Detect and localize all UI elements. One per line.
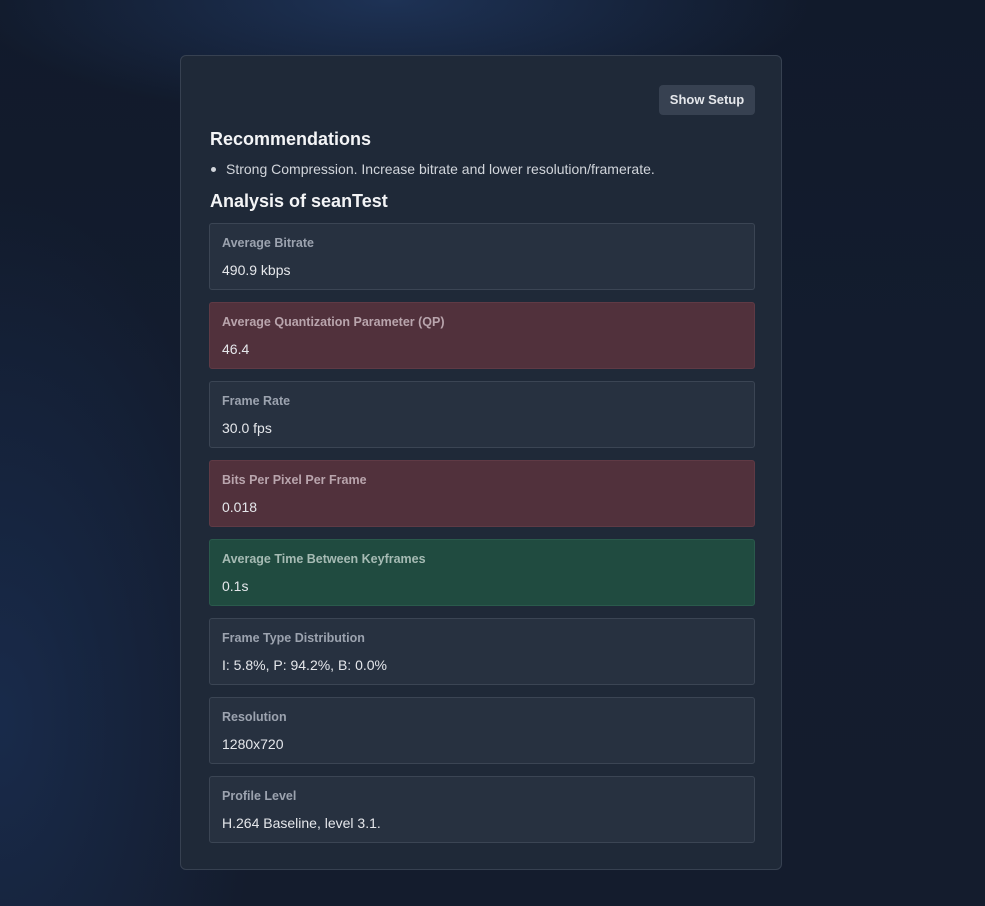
metric-card-resolution: Resolution 1280x720 bbox=[209, 697, 755, 764]
metric-card-average-bitrate: Average Bitrate 490.9 kbps bbox=[209, 223, 755, 290]
metric-card-bits-per-pixel: Bits Per Pixel Per Frame 0.018 bbox=[209, 460, 755, 527]
recommendations-list: Strong Compression. Increase bitrate and… bbox=[210, 160, 655, 178]
metric-label: Frame Rate bbox=[222, 394, 291, 408]
metric-value: 30.0 fps bbox=[222, 420, 272, 436]
metric-label: Average Bitrate bbox=[222, 236, 314, 250]
recommendations-heading: Recommendations bbox=[210, 129, 372, 149]
metric-card-profile-level: Profile Level H.264 Baseline, level 3.1. bbox=[209, 776, 755, 843]
show-setup-button[interactable]: Show Setup bbox=[659, 85, 755, 115]
metric-card-average-qp: Average Quantization Parameter (QP) 46.4 bbox=[209, 302, 755, 369]
metric-label: Profile Level bbox=[222, 789, 297, 803]
bullet-icon bbox=[211, 167, 216, 172]
metric-value: 46.4 bbox=[222, 341, 250, 357]
metric-value: 1280x720 bbox=[222, 736, 284, 752]
metric-value: I: 5.8%, P: 94.2%, B: 0.0% bbox=[222, 657, 387, 673]
metric-value: 490.9 kbps bbox=[222, 262, 291, 278]
analysis-heading: Analysis of seanTest bbox=[210, 191, 388, 211]
recommendation-item: Strong Compression. Increase bitrate and… bbox=[210, 160, 655, 178]
recommendation-text: Strong Compression. Increase bitrate and… bbox=[226, 161, 655, 177]
metrics-list: Average Bitrate 490.9 kbps Average Quant… bbox=[209, 223, 755, 855]
metric-value: 0.1s bbox=[222, 578, 249, 594]
metric-value: 0.018 bbox=[222, 499, 258, 515]
metric-value: H.264 Baseline, level 3.1. bbox=[222, 815, 381, 831]
metric-card-frame-rate: Frame Rate 30.0 fps bbox=[209, 381, 755, 448]
analysis-panel: Show Setup Recommendations Strong Compre… bbox=[180, 55, 782, 870]
metric-card-keyframe-interval: Average Time Between Keyframes 0.1s bbox=[209, 539, 755, 606]
metric-label: Average Quantization Parameter (QP) bbox=[222, 315, 445, 329]
metric-label: Bits Per Pixel Per Frame bbox=[222, 473, 367, 487]
metric-label: Frame Type Distribution bbox=[222, 631, 365, 645]
metric-label: Resolution bbox=[222, 710, 287, 724]
metric-card-frame-type-distribution: Frame Type Distribution I: 5.8%, P: 94.2… bbox=[209, 618, 755, 685]
metric-label: Average Time Between Keyframes bbox=[222, 552, 426, 566]
